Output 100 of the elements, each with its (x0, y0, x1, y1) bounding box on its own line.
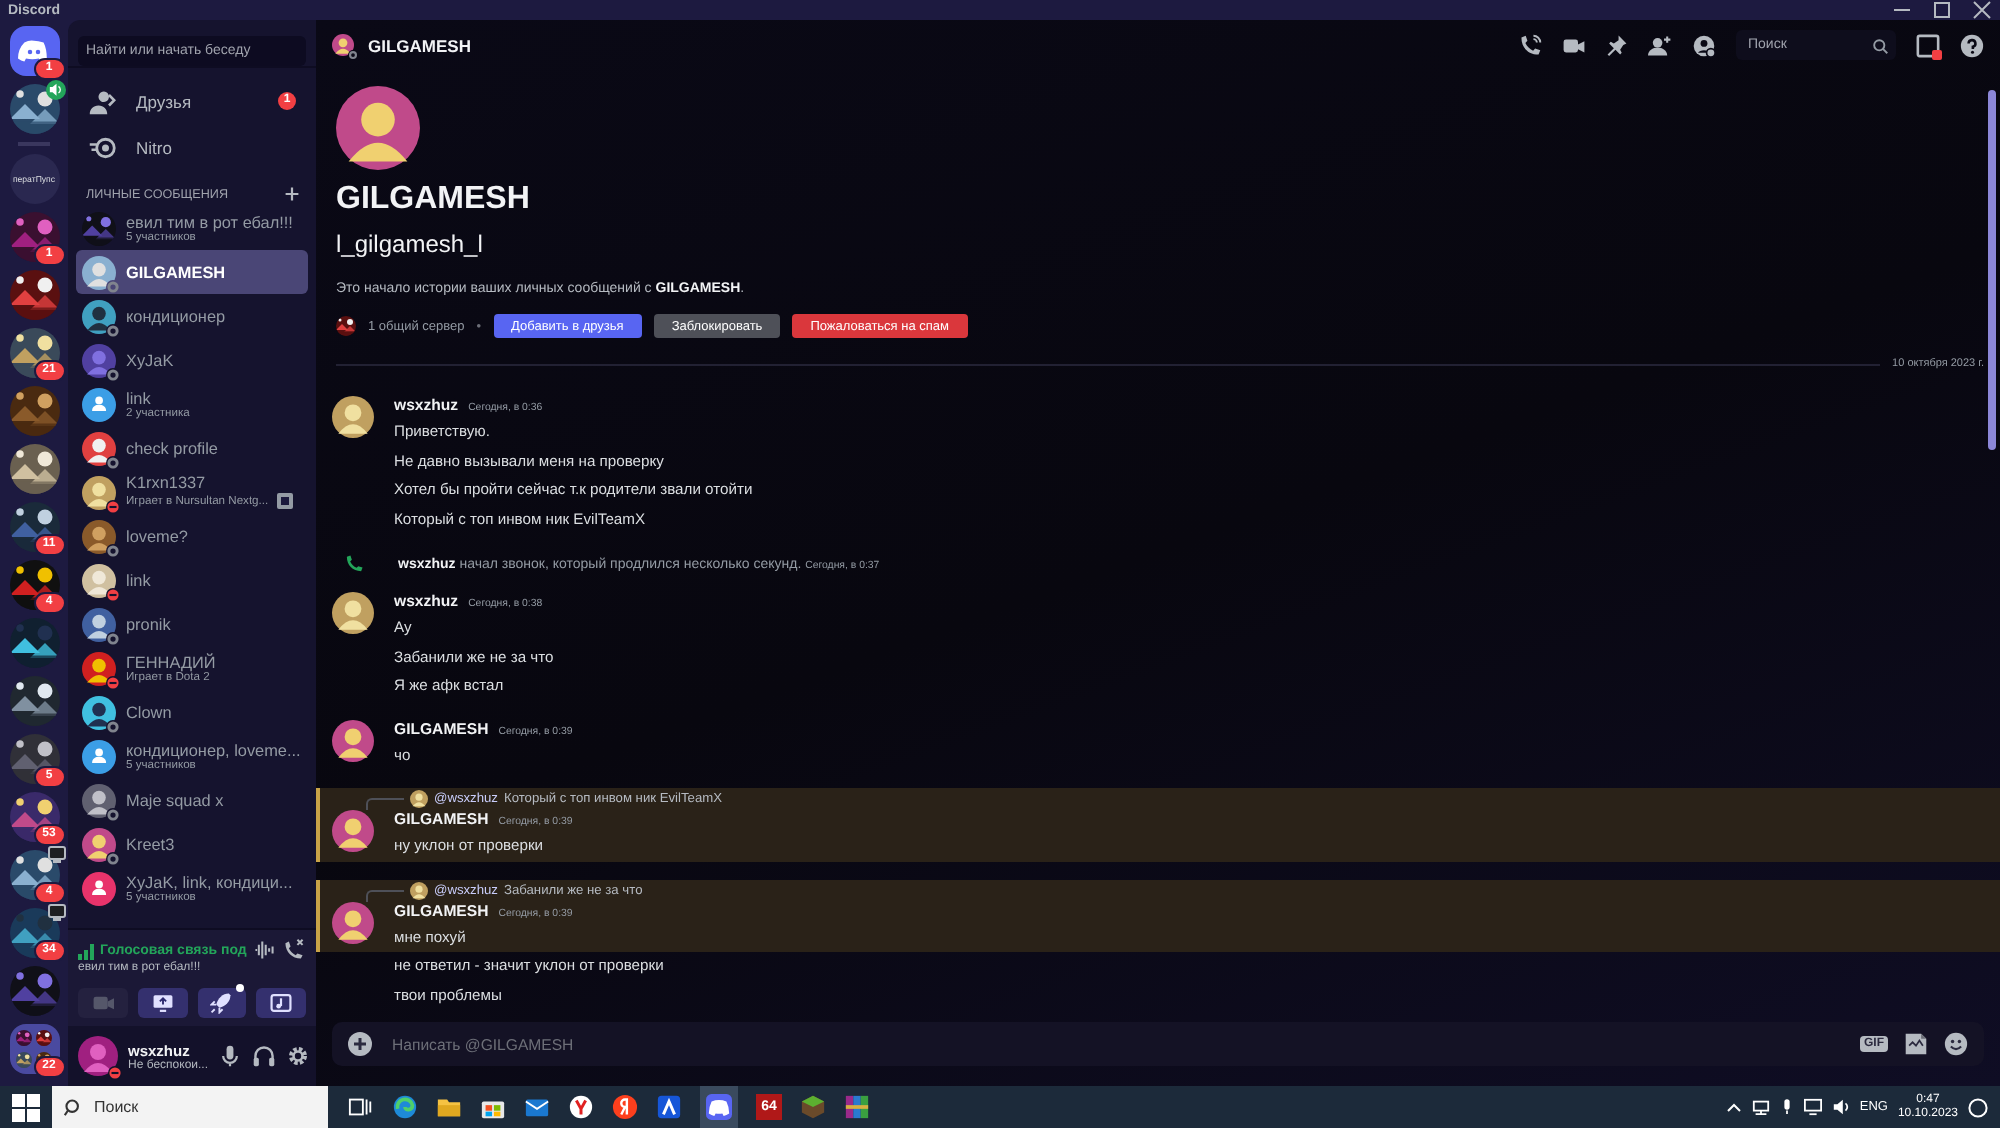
disconnect-icon[interactable] (282, 938, 307, 962)
maximize-icon[interactable] (1932, 0, 1952, 20)
soundwave-icon[interactable] (252, 938, 277, 962)
avatar (82, 607, 116, 641)
dm-name: кондиционер (126, 307, 228, 325)
avatar (82, 695, 116, 729)
avatar (332, 34, 354, 56)
browser-icon[interactable] (568, 1094, 594, 1120)
dm-item[interactable]: Maje squad x (76, 778, 308, 822)
dm-name: кондиционер, loveme... (126, 741, 302, 759)
dm-name: Maje squad x (126, 791, 226, 809)
dm-name: Kreet3 (126, 835, 177, 853)
call-icon[interactable] (1518, 33, 1542, 57)
dm-name: K1rxn1337 (126, 474, 208, 492)
search-icon[interactable] (1872, 37, 1888, 53)
avatar (82, 827, 116, 861)
dm-name: check profile (126, 439, 220, 457)
discord-icon (18, 35, 50, 67)
dm-name: XyJaK (126, 351, 176, 369)
notification-icon[interactable] (1968, 1097, 1988, 1117)
dm-item[interactable]: Clown (76, 690, 308, 734)
sticker-icon[interactable] (1904, 1032, 1928, 1056)
avatar (332, 592, 374, 634)
avatar (332, 396, 374, 438)
cube-icon[interactable] (800, 1094, 826, 1120)
avatar (82, 651, 116, 685)
dm-item[interactable]: loveme? (76, 514, 308, 558)
dm-item[interactable]: pronik (76, 602, 308, 646)
headphones-icon[interactable] (252, 1042, 277, 1070)
emoji-icon[interactable] (1944, 1032, 1968, 1056)
taskbar-button[interactable] (700, 1086, 738, 1128)
activity-button[interactable] (197, 988, 247, 1018)
add-icon[interactable] (284, 186, 300, 202)
letter-icon[interactable] (612, 1094, 638, 1120)
dm-name: ГЕННАДИЙ (126, 653, 218, 671)
avatar (82, 255, 116, 289)
signal-icon (78, 941, 94, 959)
soundboard-button[interactable] (256, 988, 306, 1018)
start-button[interactable] (12, 1093, 40, 1121)
dm-name: Clown (126, 703, 174, 721)
archive-icon[interactable] (844, 1094, 870, 1120)
profile-icon[interactable] (1692, 33, 1716, 57)
dm-item[interactable]: GILGAMESH (76, 250, 308, 294)
search-field[interactable]: Поиск (52, 1086, 328, 1128)
avatar (82, 343, 116, 377)
add-icon[interactable] (348, 1032, 372, 1056)
discord-icon[interactable] (706, 1094, 732, 1120)
friends-icon (88, 87, 116, 115)
dm-item[interactable]: check profile (76, 426, 308, 470)
mail-icon[interactable] (524, 1094, 550, 1120)
avatar (336, 86, 420, 170)
dm-item[interactable]: XyJaK (76, 338, 308, 382)
screen-button[interactable] (137, 988, 187, 1018)
avatar (332, 901, 374, 943)
chevron-icon[interactable] (1725, 1099, 1742, 1115)
settings-icon[interactable] (286, 1042, 311, 1070)
search-icon (64, 1098, 82, 1116)
inbox-icon[interactable] (1916, 33, 1940, 57)
avatar (410, 790, 428, 808)
mic-icon[interactable] (1779, 1098, 1794, 1116)
avatar (410, 881, 428, 899)
task-view-icon[interactable] (348, 1094, 374, 1120)
folder-icon[interactable] (436, 1094, 462, 1120)
dm-name: link (126, 389, 153, 407)
volume-icon[interactable] (1831, 1098, 1850, 1116)
avatar (332, 719, 374, 761)
pin-icon[interactable] (1606, 34, 1628, 56)
soundboard-icon (270, 992, 293, 1014)
avatar (78, 1036, 118, 1076)
avatar (82, 431, 116, 465)
avatar (82, 475, 116, 509)
dm-name: pronik (126, 615, 173, 633)
dm-name: GILGAMESH (126, 263, 228, 281)
dm-name: loveme? (126, 527, 190, 545)
dm-item[interactable]: Kreet3 (76, 822, 308, 866)
phone-icon (344, 554, 364, 574)
dm-item[interactable]: link (76, 558, 308, 602)
rocket-icon (210, 992, 233, 1014)
avatar (332, 810, 374, 852)
nitro-icon (88, 133, 116, 161)
nav-item[interactable]: Nitro (76, 124, 308, 170)
profile-handle: l_gilgamesh_l (336, 230, 485, 258)
dm-name: XyJaK, link, кондици... (126, 873, 295, 891)
close-icon[interactable] (1972, 0, 1992, 20)
dm-name: евил тим в рот ебал!!! (126, 213, 295, 231)
help-icon[interactable] (1960, 33, 1984, 57)
dm-item[interactable]: кондиционер (76, 294, 308, 338)
avatar (82, 299, 116, 333)
avatar (82, 783, 116, 817)
avatar (82, 519, 116, 553)
profile-name: GILGAMESH (336, 182, 532, 218)
browser-icon[interactable] (392, 1094, 418, 1120)
camera-icon (91, 992, 114, 1014)
chat-title: GILGAMESH (368, 35, 473, 55)
app-icon[interactable] (656, 1094, 682, 1120)
dm-name: link (126, 571, 153, 589)
avatar (82, 563, 116, 597)
add-user-icon[interactable] (1648, 33, 1672, 57)
screen-icon (151, 992, 174, 1014)
mic-icon[interactable] (218, 1042, 243, 1070)
